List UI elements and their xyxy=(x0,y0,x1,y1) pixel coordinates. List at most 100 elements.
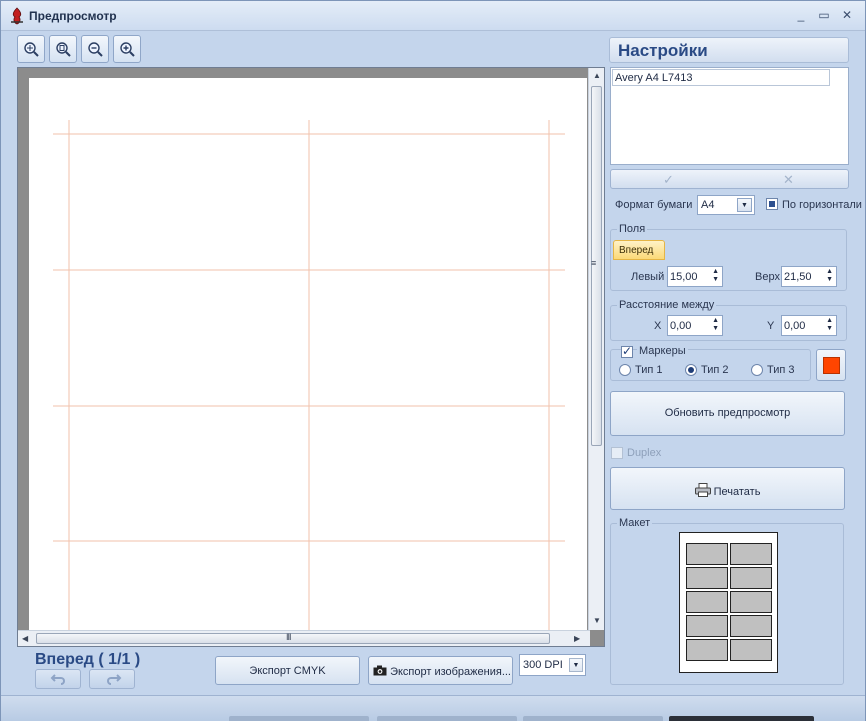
marker-color-button[interactable] xyxy=(816,349,846,381)
taskbar-item[interactable] xyxy=(523,716,663,721)
redo-arrow-icon xyxy=(107,674,122,685)
layout-label-cell xyxy=(686,615,728,637)
marker-type1-radio[interactable] xyxy=(619,364,631,376)
paper-format-select[interactable]: A4 ▼ xyxy=(697,195,755,215)
marker-type2-radio[interactable] xyxy=(685,364,697,376)
top-margin-label: Верх xyxy=(755,271,780,283)
settings-header: Настройки xyxy=(609,37,849,63)
window-title: Предпросмотр xyxy=(29,9,117,23)
paper-format-label: Формат бумаги xyxy=(615,199,693,211)
maximize-button[interactable]: ▭ xyxy=(816,7,832,23)
horizontal-scrollbar[interactable]: ◀ III ▶ xyxy=(18,630,590,646)
preview-canvas[interactable]: ▲ ≡ ▼ ◀ III ▶ xyxy=(17,67,605,647)
zoom-fit-icon xyxy=(24,42,39,57)
vertical-scrollbar[interactable]: ▲ ≡ ▼ xyxy=(588,68,604,630)
settings-title: Настройки xyxy=(618,41,708,60)
scroll-right-icon[interactable]: ▶ xyxy=(574,634,580,643)
paper-format-dropdown-icon[interactable]: ▼ xyxy=(737,198,752,212)
cancel-x-icon[interactable]: ✕ xyxy=(783,172,794,188)
layout-label-cell xyxy=(686,567,728,589)
spin-arrows-icon[interactable]: ▲ ▼ xyxy=(826,317,833,333)
template-list[interactable]: Avery A4 L7413 xyxy=(610,67,849,165)
spacing-x-input[interactable]: 0,00 ▲ ▼ xyxy=(667,315,723,336)
spacing-y-value: 0,00 xyxy=(784,320,806,332)
page-indicator: Вперед ( 1/1 ) xyxy=(35,651,141,668)
duplex-checkbox[interactable] xyxy=(611,447,623,459)
refresh-preview-button[interactable]: Обновить предпросмотр xyxy=(610,391,845,436)
color-swatch-icon xyxy=(823,357,840,374)
spacing-y-input[interactable]: 0,00 ▲ ▼ xyxy=(781,315,837,336)
next-page-button[interactable] xyxy=(89,669,135,689)
spacing-y-label: Y xyxy=(767,320,775,332)
tab-forward[interactable]: Вперед xyxy=(613,240,665,260)
label-guides xyxy=(53,120,565,630)
spacing-group: Расстояние между X 0,00 ▲ ▼ Y 0,00 ▲ ▼ xyxy=(610,299,847,341)
marker-type3-label: Тип 3 xyxy=(767,364,795,376)
zoom-in-button[interactable] xyxy=(113,35,141,63)
spacing-x-label: X xyxy=(654,320,662,332)
zoom-out-button[interactable] xyxy=(81,35,109,63)
previous-page-button[interactable] xyxy=(35,669,81,689)
layout-label-cell xyxy=(686,543,728,565)
status-bar xyxy=(1,695,865,721)
export-cmyk-button[interactable]: Экспорт CMYK xyxy=(215,656,360,685)
top-margin-value: 21,50 xyxy=(784,271,812,283)
preview-window: Предпросмотр _ ▭ ✕ ▲ ≡ ▼ ◀ III ▶ Вперед … xyxy=(0,0,866,721)
refresh-preview-label: Обновить предпросмотр xyxy=(664,407,791,419)
layout-label-cell xyxy=(730,639,772,661)
template-edit-bar: ✓ ✕ xyxy=(610,169,849,189)
left-margin-input[interactable]: 15,00 ▲ ▼ xyxy=(667,266,723,287)
taskbar-item[interactable] xyxy=(669,716,814,721)
template-item[interactable]: Avery A4 L7413 xyxy=(612,69,830,86)
landscape-checkbox[interactable] xyxy=(766,198,778,210)
spacing-x-value: 0,00 xyxy=(670,320,692,332)
export-image-button[interactable]: Экспорт изображения... xyxy=(368,656,513,685)
preview-paper xyxy=(29,78,587,630)
layout-group: Макет xyxy=(610,517,844,685)
zoom-page-button[interactable] xyxy=(49,35,77,63)
duplex-label: Duplex xyxy=(627,447,662,459)
layout-label-cell xyxy=(730,567,772,589)
layout-label-cell xyxy=(686,639,728,661)
spin-arrows-icon[interactable]: ▲ ▼ xyxy=(712,317,719,333)
margins-group: Поля Вперед Левый 15,00 ▲ ▼ Верх 21,50 ▲ ▼ xyxy=(610,223,847,291)
marker-type1-label: Тип 1 xyxy=(635,364,663,376)
dpi-value: 300 DPI xyxy=(523,659,563,671)
horizontal-scroll-thumb[interactable] xyxy=(36,633,550,644)
spin-arrows-icon[interactable]: ▲ ▼ xyxy=(826,268,833,284)
layout-label-cell xyxy=(730,543,772,565)
markers-checkbox[interactable] xyxy=(621,344,633,358)
marker-type3-radio[interactable] xyxy=(751,364,763,376)
left-margin-value: 15,00 xyxy=(670,271,698,283)
layout-title: Макет xyxy=(617,517,653,529)
taskbar-item[interactable] xyxy=(377,716,517,721)
dpi-dropdown-icon[interactable]: ▼ xyxy=(569,658,583,672)
confirm-check-icon[interactable]: ✓ xyxy=(663,172,674,188)
layout-label-cell xyxy=(730,615,772,637)
zoom-out-icon xyxy=(88,42,103,57)
scroll-down-icon[interactable]: ▼ xyxy=(593,616,601,625)
export-cmyk-label: Экспорт CMYK xyxy=(249,665,326,677)
taskbar-item[interactable] xyxy=(229,716,369,721)
scroll-left-icon[interactable]: ◀ xyxy=(22,634,28,643)
export-image-label: Экспорт изображения... xyxy=(390,666,511,678)
zoom-fit-button[interactable] xyxy=(17,35,45,63)
preview-area: ▲ ≡ ▼ ◀ III ▶ Вперед ( 1/1 ) Экспорт CMY… xyxy=(11,31,606,691)
dpi-select[interactable]: 300 DPI ▼ xyxy=(519,654,586,676)
camera-icon xyxy=(373,665,387,676)
close-button[interactable]: ✕ xyxy=(839,7,855,23)
layout-label-cell xyxy=(730,591,772,613)
zoom-in-icon xyxy=(120,42,135,57)
app-icon xyxy=(11,7,23,25)
top-margin-input[interactable]: 21,50 ▲ ▼ xyxy=(781,266,837,287)
left-margin-label: Левый xyxy=(631,271,665,283)
spin-arrows-icon[interactable]: ▲ ▼ xyxy=(712,268,719,284)
minimize-button[interactable]: _ xyxy=(793,7,809,23)
title-bar[interactable]: Предпросмотр _ ▭ ✕ xyxy=(1,1,865,31)
scroll-up-icon[interactable]: ▲ xyxy=(593,71,601,80)
horizontal-grip-icon: III xyxy=(286,632,291,642)
undo-arrow-icon xyxy=(50,674,65,685)
print-button[interactable]: Печатать xyxy=(610,467,845,510)
print-label: Печатать xyxy=(713,486,761,498)
zoom-page-icon xyxy=(56,42,71,57)
